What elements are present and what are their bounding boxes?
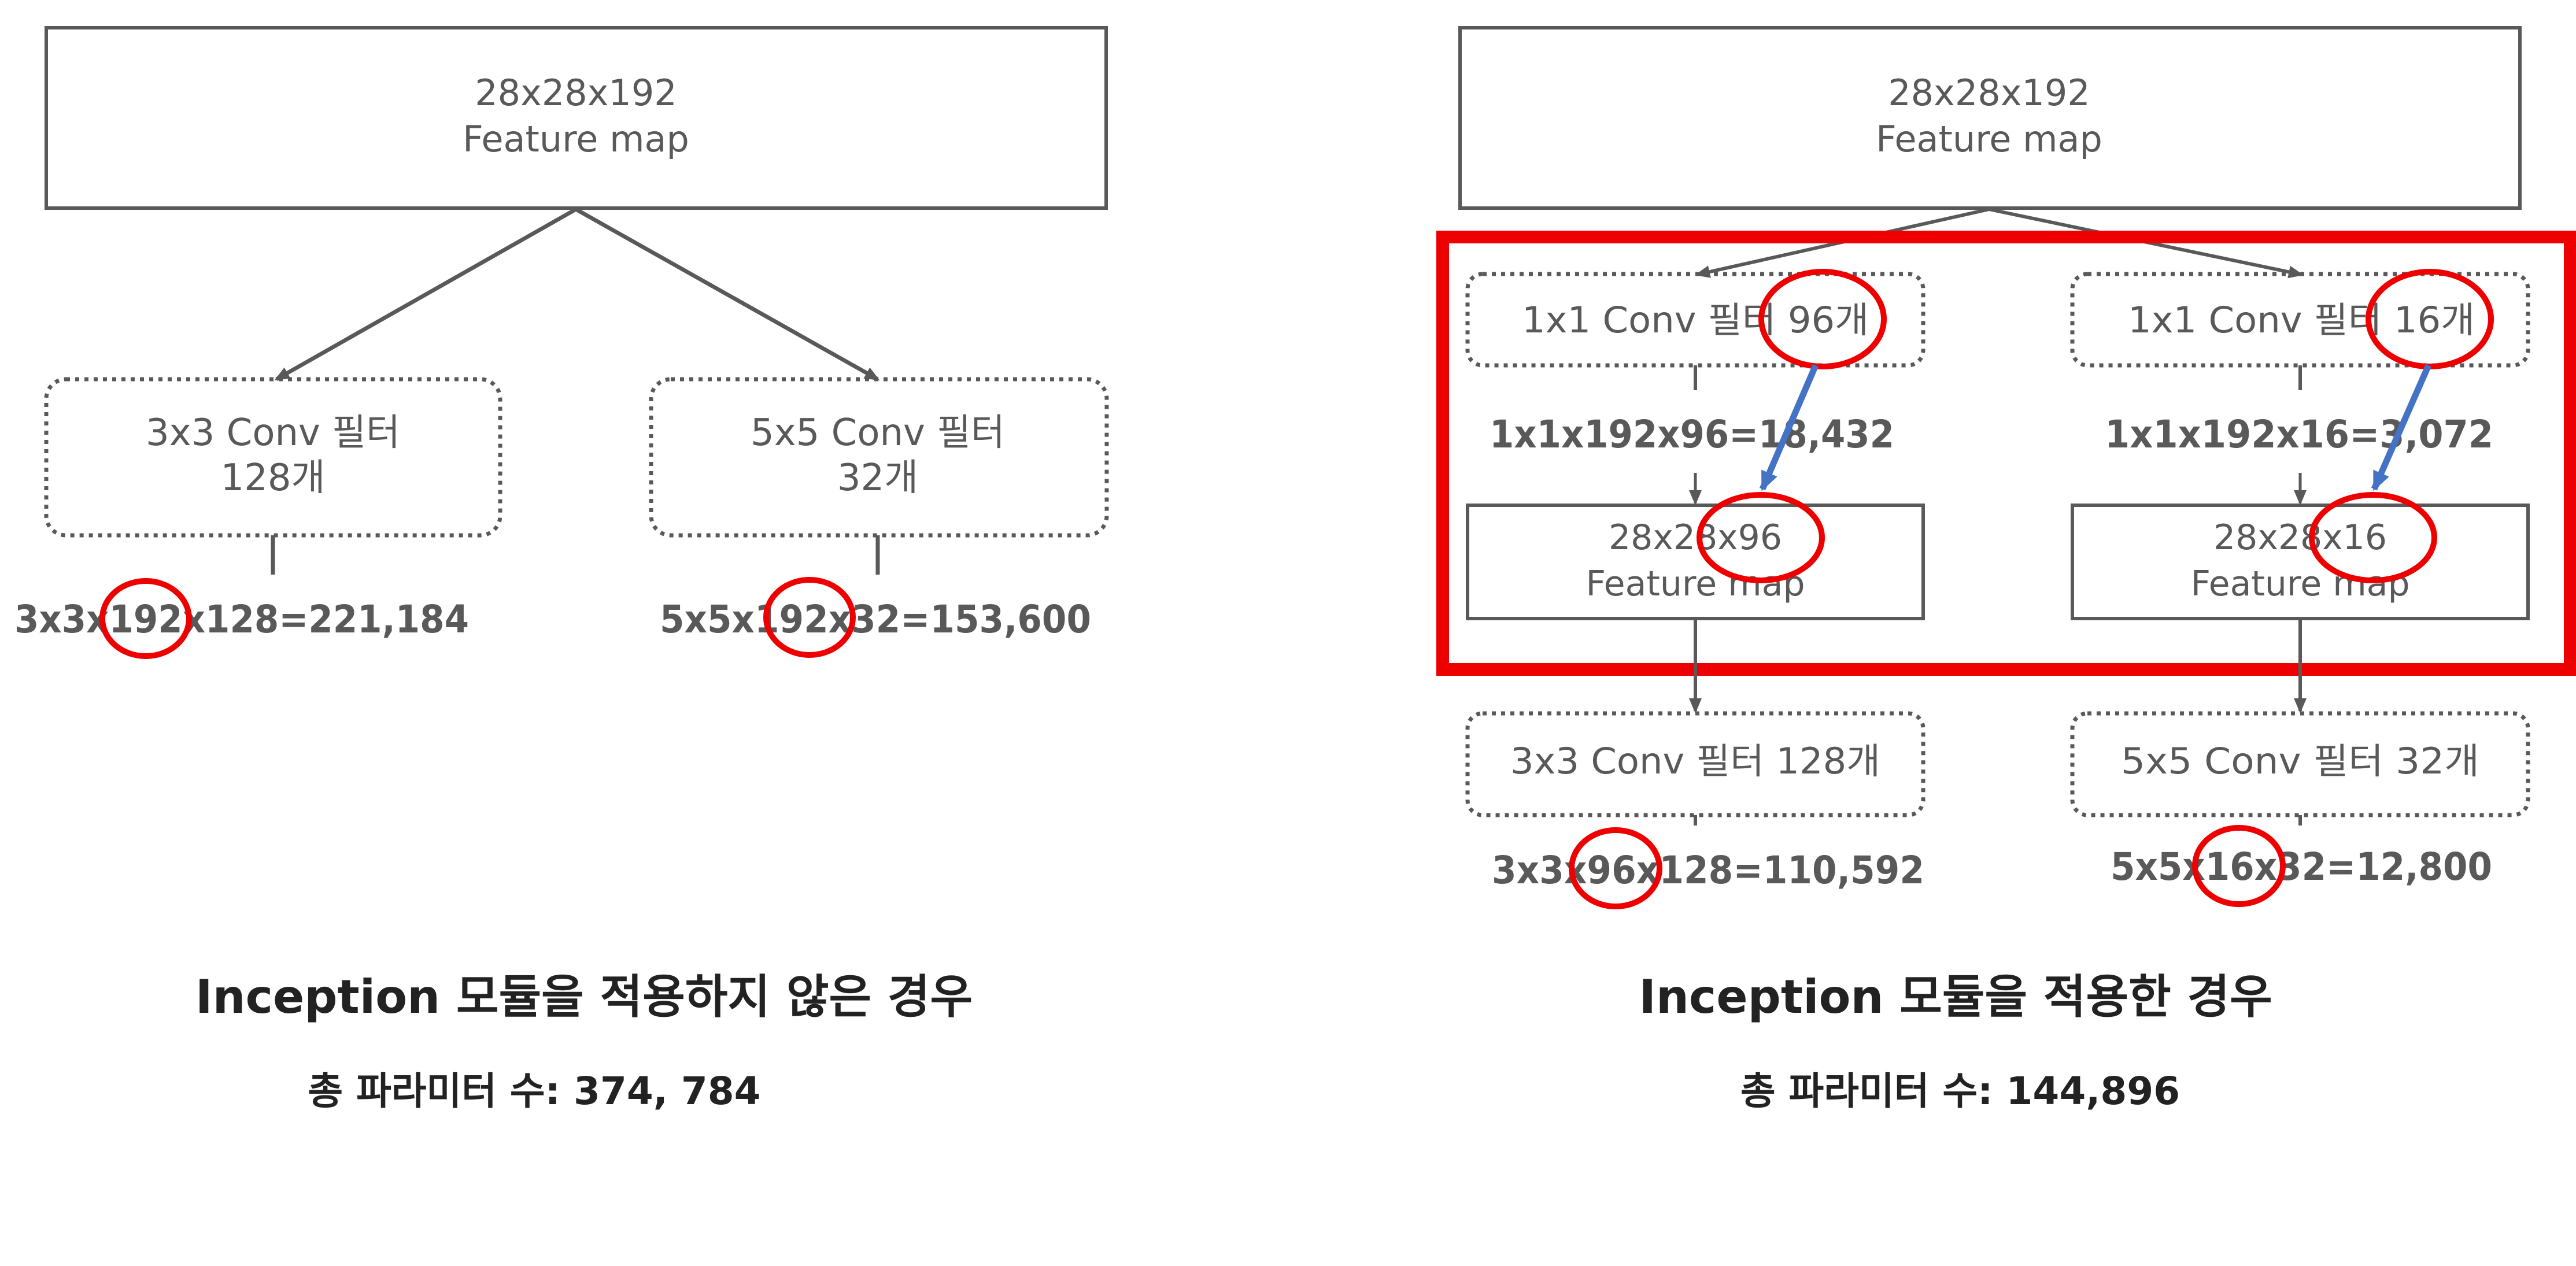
right-input-label-name: Feature map: [1876, 118, 2102, 160]
right-fmap-b-label-name: Feature map: [2190, 564, 2409, 604]
right-input-label-dims: 28x28x192: [1888, 72, 2090, 114]
left-input-label-dims: 28x28x192: [475, 72, 677, 114]
left-arrow-to-conv3: [274, 207, 577, 382]
left-calc-conv3: 3x3x192x128=221,184: [14, 597, 469, 642]
right-caption: Inception 모듈을 적용한 경우: [1639, 970, 2272, 1024]
right-calc-conv5: 5x5x16x32=12,800: [2111, 845, 2492, 889]
right-reduce-b-label: 1x1 Conv 필터 16개: [2128, 299, 2475, 341]
right-fmap-a-label-name: Feature map: [1585, 564, 1805, 604]
left-arrow-to-conv5: [575, 207, 880, 382]
left-diagram: 28x28x192 Feature map 3x3 Conv 필터 128개 5…: [14, 26, 1109, 1113]
inception-comparison-diagram: 28x28x192 Feature map 3x3 Conv 필터 128개 5…: [14, 26, 2576, 1113]
right-fmap-a-label-dims: 28x28x96: [1609, 517, 1782, 558]
left-caption: Inception 모듈을 적용하지 않은 경우: [195, 970, 973, 1024]
right-total-params: 총 파라미터 수: 144,896: [1740, 1069, 2180, 1113]
left-conv5-label-filter: 5x5 Conv 필터: [751, 412, 1005, 454]
right-conv5-label: 5x5 Conv 필터 32개: [2121, 740, 2479, 782]
right-conv3-label: 3x3 Conv 필터 128개: [1510, 740, 1880, 782]
left-conv5-label-count: 32개: [837, 457, 918, 499]
right-calc-reduce-a: 1x1x192x96=18,432: [1490, 412, 1894, 457]
diagram-stage: 28x28x192 Feature map 3x3 Conv 필터 128개 5…: [0, 0, 2576, 1266]
left-calc-conv5: 5x5x192x32=153,600: [660, 597, 1091, 642]
left-conv3-label-count: 128개: [220, 457, 325, 499]
right-fmap-b-label-dims: 28x28x16: [2213, 517, 2387, 558]
left-conv3-label-filter: 3x3 Conv 필터: [146, 412, 400, 454]
left-total-params: 총 파라미터 수: 374, 784: [308, 1069, 760, 1113]
right-calc-conv3: 3x3x96x128=110,592: [1492, 848, 1924, 893]
right-reduce-a-label: 1x1 Conv 필터 96개: [1522, 299, 1869, 341]
right-calc-reduce-b: 1x1x192x16=3,072: [2105, 412, 2493, 457]
left-input-label-name: Feature map: [463, 118, 689, 160]
right-diagram: 28x28x192 Feature map 1x1 Conv 필터 96개 1x…: [1436, 26, 2576, 1113]
